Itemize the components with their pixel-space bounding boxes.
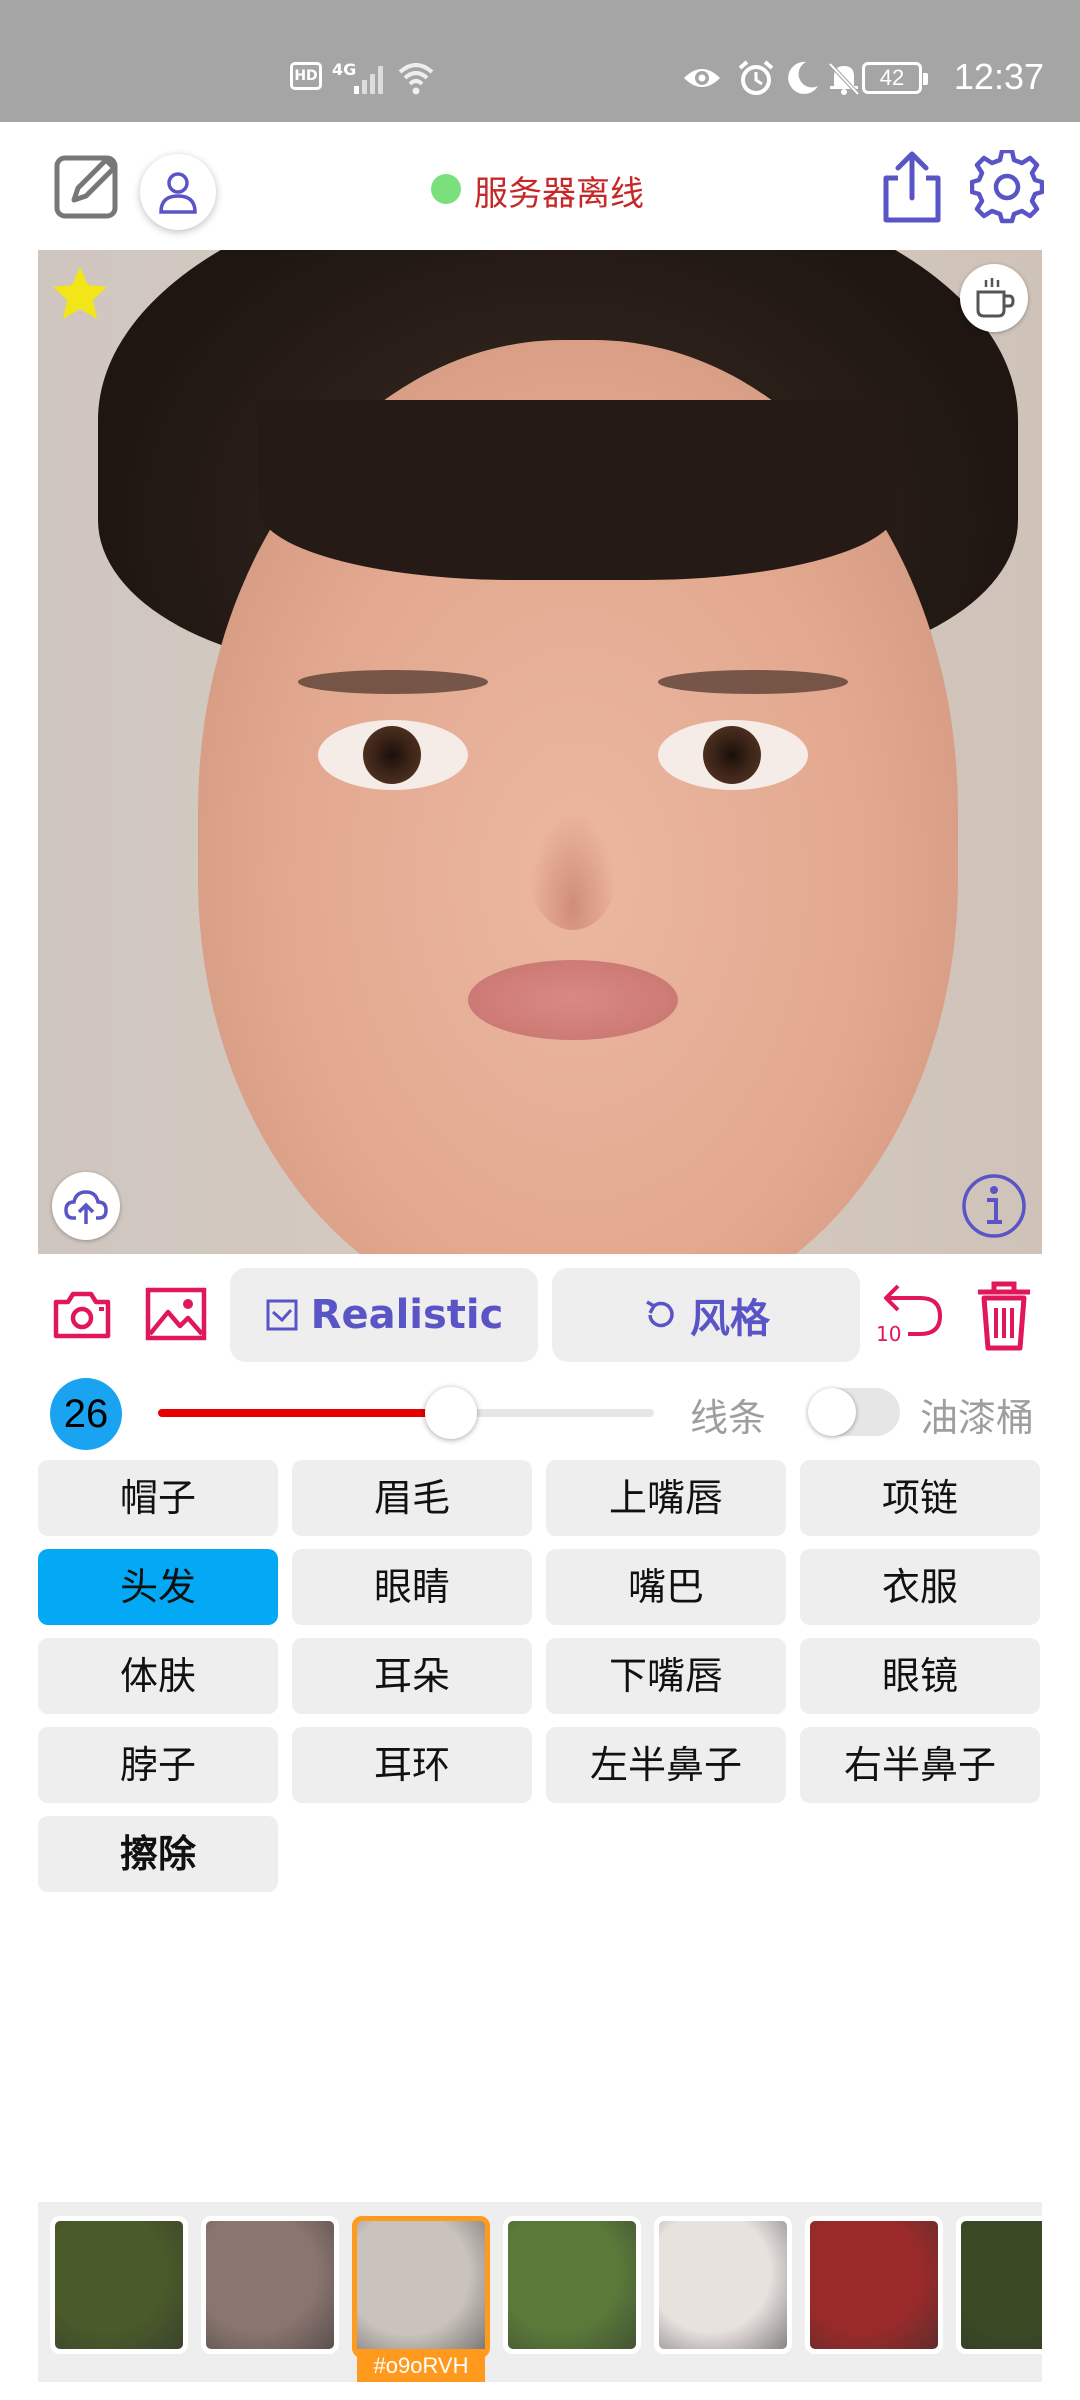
palette-swatch[interactable]: #o9oRVH <box>352 2216 490 2382</box>
edit-icon[interactable] <box>52 150 124 222</box>
label-chip[interactable]: 眼镜 <box>800 1638 1040 1714</box>
coffee-button[interactable] <box>960 264 1028 332</box>
top-bar: 服务器离线 <box>0 122 1080 250</box>
model-button[interactable]: Realistic <box>230 1268 538 1362</box>
model-label: Realistic <box>310 1292 504 1338</box>
slider-thumb[interactable] <box>424 1387 477 1439</box>
photo-lips <box>468 960 678 1040</box>
trash-icon[interactable] <box>974 1280 1034 1352</box>
info-icon[interactable] <box>960 1172 1028 1240</box>
alarm-icon <box>738 60 774 95</box>
brush-size-slider[interactable] <box>158 1387 654 1439</box>
style-button[interactable]: 风格 <box>552 1268 860 1362</box>
label-chip[interactable]: 脖子 <box>38 1727 278 1803</box>
bucket-label: 油漆桶 <box>920 1396 1035 1440</box>
user-icon <box>159 172 197 214</box>
photo-nose <box>528 810 618 930</box>
photo-right-brow <box>658 670 848 694</box>
label-chip[interactable]: 上嘴唇 <box>546 1460 786 1536</box>
battery-icon: 42 <box>862 62 928 94</box>
style-label: 风格 <box>690 1296 770 1342</box>
photo-face <box>198 340 958 1254</box>
checkbox-icon <box>266 1299 298 1331</box>
line-mode-label: 线条 <box>690 1396 767 1440</box>
palette-swatch[interactable] <box>805 2216 943 2354</box>
moon-icon <box>788 61 818 94</box>
signal-icon <box>354 66 383 94</box>
share-icon[interactable] <box>880 148 944 224</box>
label-chip[interactable]: 头发 <box>38 1549 278 1625</box>
toggle-knob <box>808 1388 856 1436</box>
eye-icon <box>684 69 720 87</box>
label-chip[interactable]: 耳朵 <box>292 1638 532 1714</box>
slider-fill <box>158 1409 451 1417</box>
photo-fringe <box>258 400 898 580</box>
label-chip[interactable]: 帽子 <box>38 1460 278 1536</box>
label-chip[interactable]: 嘴巴 <box>546 1549 786 1625</box>
palette-swatch[interactable] <box>654 2216 792 2354</box>
palette-swatch[interactable] <box>956 2216 1042 2354</box>
label-chip[interactable]: 右半鼻子 <box>800 1727 1040 1803</box>
photo-left-eye <box>318 720 468 790</box>
settings-icon[interactable] <box>970 150 1044 224</box>
label-chip[interactable]: 项链 <box>800 1460 1040 1536</box>
server-status-dot <box>431 174 461 204</box>
photo-right-eye <box>658 720 808 790</box>
hd-badge: HD <box>290 62 322 90</box>
image-canvas[interactable] <box>38 250 1042 1254</box>
swatch-id-tag: #o9oRVH <box>357 2349 485 2382</box>
photo-left-brow <box>298 670 488 694</box>
label-chip[interactable]: 下嘴唇 <box>546 1638 786 1714</box>
bell-off-icon <box>828 62 860 96</box>
bucket-toggle[interactable] <box>808 1388 900 1436</box>
star-icon[interactable] <box>50 264 110 324</box>
label-chip[interactable]: 耳环 <box>292 1727 532 1803</box>
palette-swatch[interactable] <box>503 2216 641 2354</box>
label-chip[interactable]: 左半鼻子 <box>546 1727 786 1803</box>
status-bar: HD 4G 42 12:37 <box>0 0 1080 122</box>
label-chip[interactable]: 擦除 <box>38 1816 278 1892</box>
gallery-icon[interactable] <box>144 1284 208 1344</box>
camera-icon[interactable] <box>52 1286 112 1342</box>
user-button[interactable] <box>140 154 216 230</box>
brush-size-badge: 26 <box>50 1378 122 1450</box>
label-chip[interactable]: 眼睛 <box>292 1549 532 1625</box>
refresh-icon <box>646 1300 674 1328</box>
label-chip[interactable]: 衣服 <box>800 1549 1040 1625</box>
label-chip[interactable]: 眉毛 <box>292 1460 532 1536</box>
palette-strip[interactable]: #o9oRVH <box>38 2202 1042 2382</box>
palette-swatch[interactable] <box>201 2216 339 2354</box>
undo-count: 10 <box>876 1322 902 1346</box>
wifi-icon <box>398 63 434 95</box>
coffee-icon <box>976 278 1015 318</box>
label-chip[interactable]: 体肤 <box>38 1638 278 1714</box>
palette-swatch[interactable] <box>50 2216 188 2354</box>
clock: 12:37 <box>953 56 1044 97</box>
upload-icon <box>64 1190 108 1224</box>
upload-button[interactable] <box>52 1172 120 1240</box>
server-status-text: 服务器离线 <box>474 174 644 214</box>
